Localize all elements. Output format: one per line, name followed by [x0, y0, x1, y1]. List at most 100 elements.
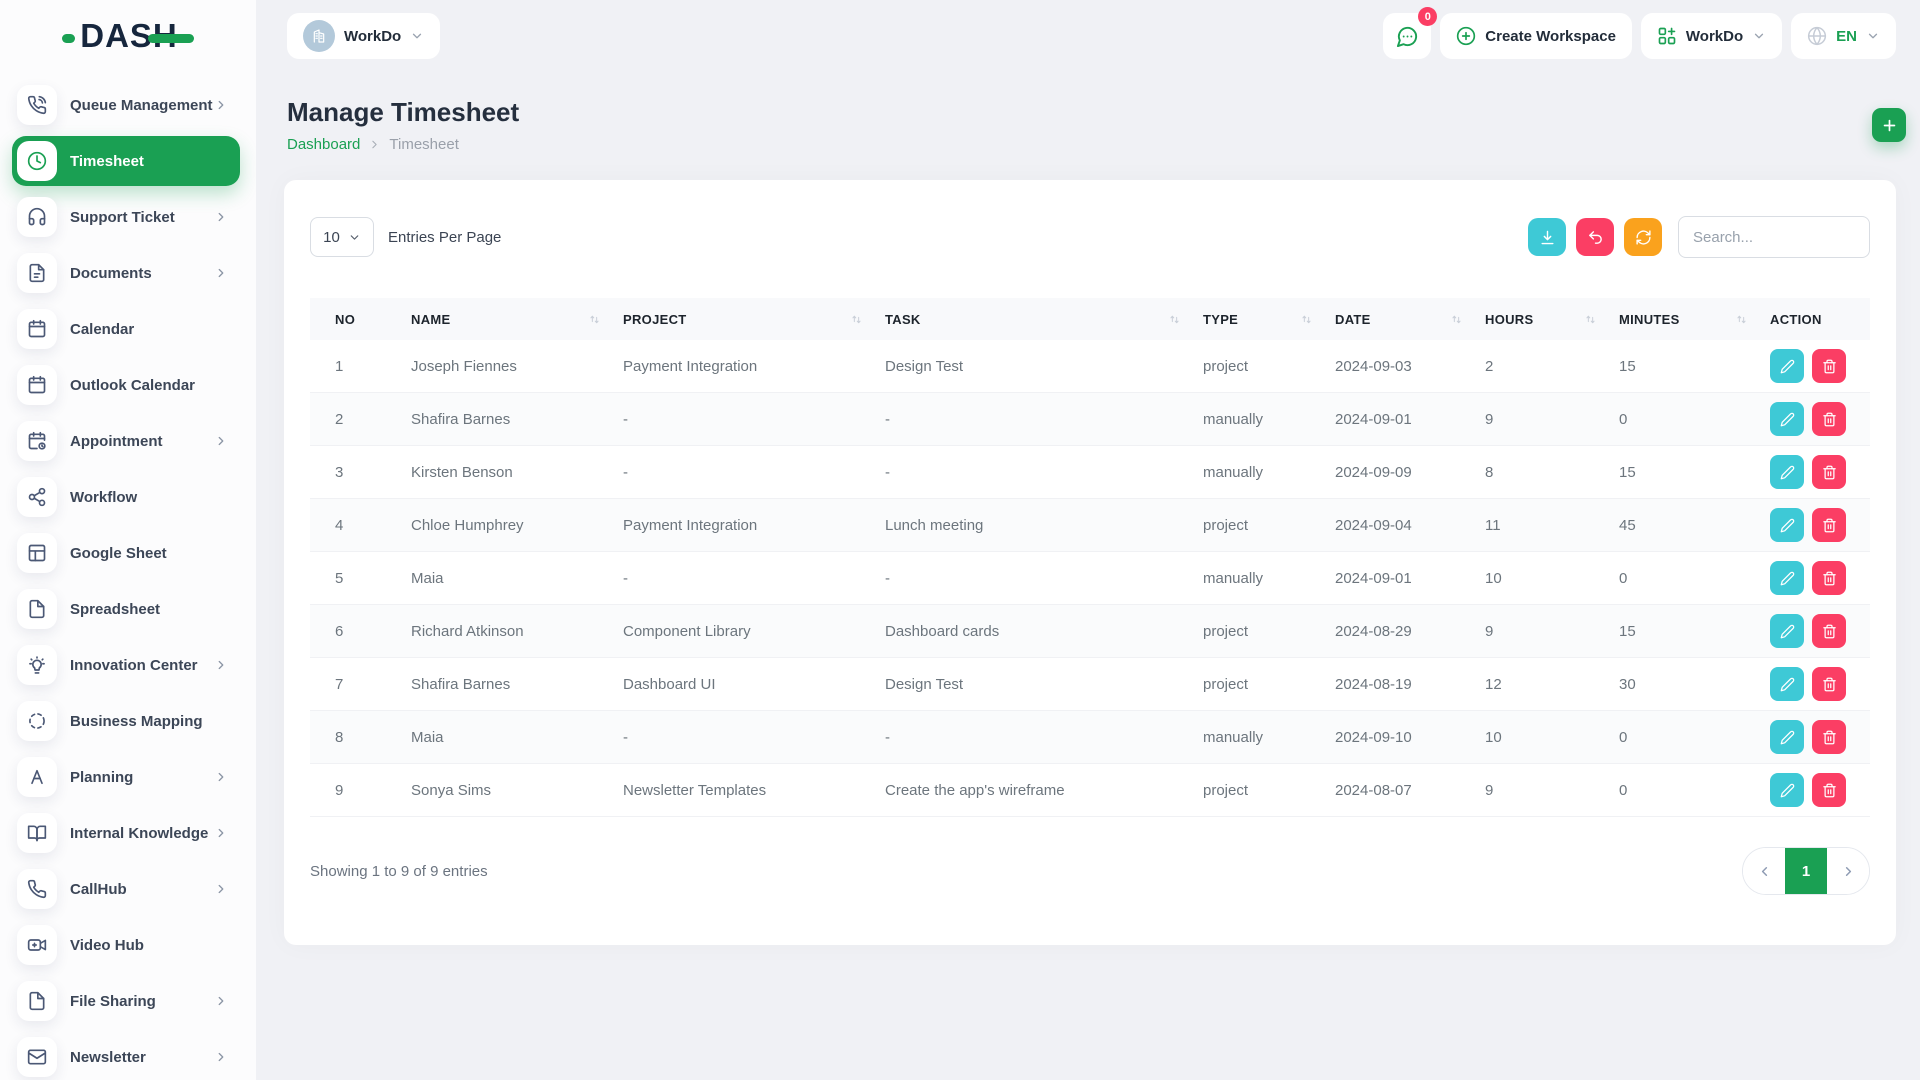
- refresh-icon: [1635, 229, 1652, 246]
- cell-hours: 9: [1485, 782, 1619, 799]
- column-header-hours[interactable]: HOURS: [1485, 312, 1619, 327]
- chevron-down-icon: [348, 231, 361, 244]
- pencil-icon: [1780, 518, 1795, 533]
- sidebar-item-file-sharing[interactable]: File Sharing: [12, 976, 240, 1026]
- column-header-no: NO: [310, 312, 411, 327]
- refresh-button[interactable]: [1624, 218, 1662, 256]
- column-header-type[interactable]: TYPE: [1203, 312, 1335, 327]
- chevron-left-icon: [1757, 864, 1772, 879]
- column-header-name[interactable]: NAME: [411, 312, 623, 327]
- delete-button[interactable]: [1812, 667, 1846, 701]
- delete-button[interactable]: [1812, 402, 1846, 436]
- trash-icon: [1822, 677, 1837, 692]
- sidebar-item-calendar[interactable]: Calendar: [12, 304, 240, 354]
- entries-per-page-select[interactable]: 10: [310, 217, 374, 257]
- page-1-button[interactable]: 1: [1785, 848, 1827, 894]
- phone-icon: [17, 869, 57, 909]
- cell-no: 4: [310, 517, 411, 534]
- chevron-down-icon: [1866, 29, 1880, 43]
- edit-button[interactable]: [1770, 455, 1804, 489]
- sidebar-item-support-ticket[interactable]: Support Ticket: [12, 192, 240, 242]
- create-workspace-button[interactable]: Create Workspace: [1440, 13, 1632, 59]
- main-content: Manage Timesheet Dashboard Timesheet 10 …: [256, 72, 1920, 1080]
- cell-date: 2024-09-03: [1335, 358, 1485, 375]
- sidebar-item-video-hub[interactable]: Video Hub: [12, 920, 240, 970]
- sidebar-item-callhub[interactable]: CallHub: [12, 864, 240, 914]
- column-header-project[interactable]: PROJECT: [623, 312, 885, 327]
- sidebar-item-documents[interactable]: Documents: [12, 248, 240, 298]
- sidebar-item-google-sheet[interactable]: Google Sheet: [12, 528, 240, 578]
- cell-task: -: [885, 729, 1203, 746]
- next-page-button[interactable]: [1827, 848, 1869, 894]
- sidebar-item-workflow[interactable]: Workflow: [12, 472, 240, 522]
- delete-button[interactable]: [1812, 720, 1846, 754]
- trash-icon: [1822, 571, 1837, 586]
- delete-button[interactable]: [1812, 773, 1846, 807]
- cell-name: Shafira Barnes: [411, 676, 623, 693]
- sidebar-item-appointment[interactable]: Appointment: [12, 416, 240, 466]
- column-header-task[interactable]: TASK: [885, 312, 1203, 327]
- sidebar: DASH Queue ManagementTimesheetSupport Ti…: [0, 0, 256, 1080]
- delete-button[interactable]: [1812, 561, 1846, 595]
- sidebar-item-business-mapping[interactable]: Business Mapping: [12, 696, 240, 746]
- add-timesheet-button[interactable]: [1872, 108, 1906, 142]
- sidebar-item-outlook-calendar[interactable]: Outlook Calendar: [12, 360, 240, 410]
- edit-button[interactable]: [1770, 349, 1804, 383]
- cell-task: Create the app's wireframe: [885, 782, 1203, 799]
- export-button[interactable]: [1528, 218, 1566, 256]
- delete-button[interactable]: [1812, 349, 1846, 383]
- breadcrumb-dashboard-link[interactable]: Dashboard: [287, 136, 360, 153]
- cell-project: Newsletter Templates: [623, 782, 885, 799]
- sidebar-item-queue-management[interactable]: Queue Management: [12, 80, 240, 130]
- cell-action: [1770, 667, 1870, 701]
- cell-action: [1770, 349, 1870, 383]
- cell-action: [1770, 614, 1870, 648]
- edit-button[interactable]: [1770, 773, 1804, 807]
- message-count-badge: 0: [1418, 7, 1437, 26]
- edit-button[interactable]: [1770, 667, 1804, 701]
- workspace-avatar: [303, 20, 335, 52]
- cell-no: 1: [310, 358, 411, 375]
- trash-icon: [1822, 624, 1837, 639]
- cell-date: 2024-09-10: [1335, 729, 1485, 746]
- cell-date: 2024-08-07: [1335, 782, 1485, 799]
- undo-button[interactable]: [1576, 218, 1614, 256]
- sidebar-item-newsletter[interactable]: Newsletter: [12, 1032, 240, 1080]
- trash-icon: [1822, 465, 1837, 480]
- chevron-right-icon: [214, 434, 228, 448]
- delete-button[interactable]: [1812, 455, 1846, 489]
- cell-minutes: 45: [1619, 517, 1770, 534]
- column-header-date[interactable]: DATE: [1335, 312, 1485, 327]
- sidebar-item-planning[interactable]: Planning: [12, 752, 240, 802]
- language-selector[interactable]: EN: [1791, 13, 1896, 59]
- delete-button[interactable]: [1812, 614, 1846, 648]
- chevron-down-icon: [1752, 29, 1766, 43]
- edit-button[interactable]: [1770, 720, 1804, 754]
- edit-button[interactable]: [1770, 402, 1804, 436]
- column-header-minutes[interactable]: MINUTES: [1619, 312, 1770, 327]
- table-row: 9Sonya SimsNewsletter TemplatesCreate th…: [310, 764, 1870, 817]
- search-input[interactable]: [1678, 216, 1870, 258]
- edit-button[interactable]: [1770, 561, 1804, 595]
- pencil-icon: [1780, 465, 1795, 480]
- pencil-icon: [1780, 412, 1795, 427]
- chevron-right-icon: [214, 826, 228, 840]
- sidebar-item-innovation-center[interactable]: Innovation Center: [12, 640, 240, 690]
- previous-page-button[interactable]: [1743, 848, 1785, 894]
- table-row: 7Shafira BarnesDashboard UIDesign Testpr…: [310, 658, 1870, 711]
- edit-button[interactable]: [1770, 614, 1804, 648]
- sidebar-item-spreadsheet[interactable]: Spreadsheet: [12, 584, 240, 634]
- edit-button[interactable]: [1770, 508, 1804, 542]
- app-dropdown[interactable]: WorkDo: [1641, 13, 1782, 59]
- clock-icon: [17, 141, 57, 181]
- entries-summary: Showing 1 to 9 of 9 entries: [310, 863, 488, 880]
- workspace-selector[interactable]: WorkDo: [287, 13, 440, 59]
- sidebar-item-internal-knowledge[interactable]: Internal Knowledge: [12, 808, 240, 858]
- delete-button[interactable]: [1812, 508, 1846, 542]
- sidebar-item-timesheet[interactable]: Timesheet: [12, 136, 240, 186]
- cell-project: -: [623, 729, 885, 746]
- timesheet-table: NONAMEPROJECTTASKTYPEDATEHOURSMINUTESACT…: [310, 298, 1870, 817]
- cell-action: [1770, 508, 1870, 542]
- messages-button[interactable]: 0: [1383, 13, 1431, 59]
- table-row: 6Richard AtkinsonComponent LibraryDashbo…: [310, 605, 1870, 658]
